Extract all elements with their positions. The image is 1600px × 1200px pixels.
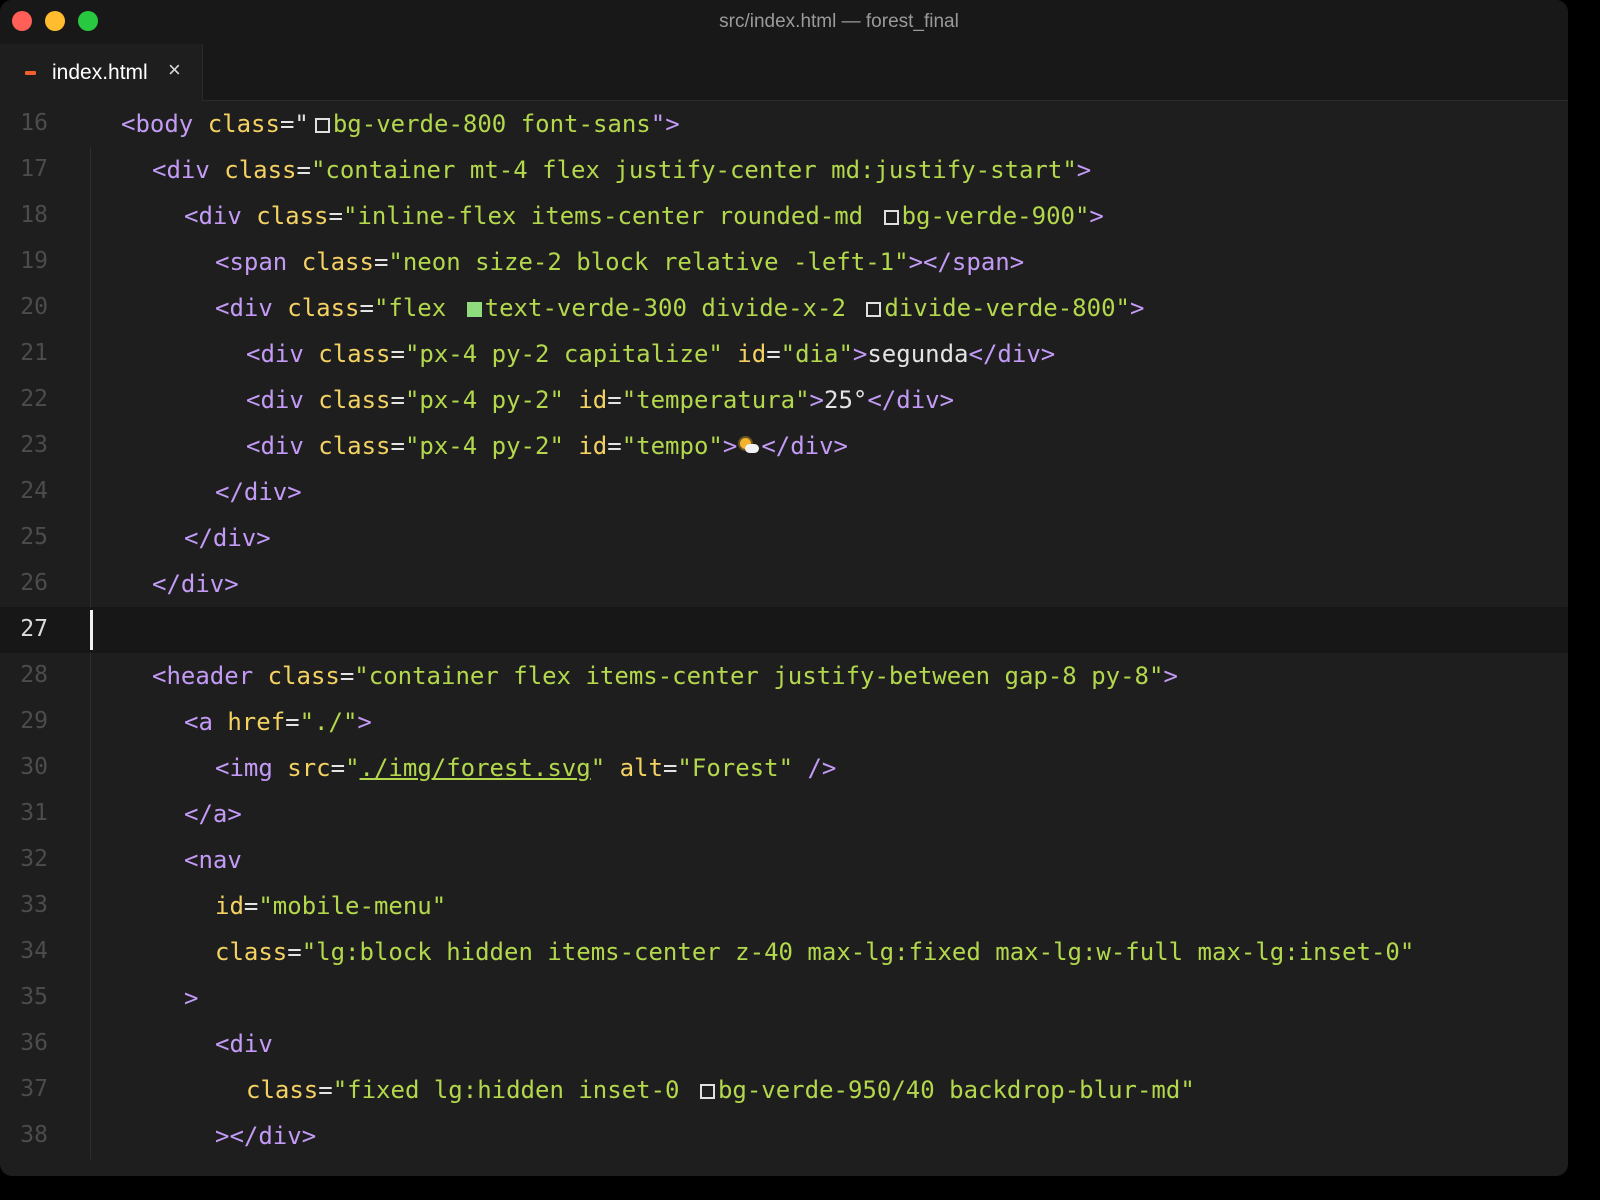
- line-number: 25: [20, 524, 48, 550]
- tab-index-html[interactable]: index.html ×: [0, 44, 203, 101]
- current-line[interactable]: 27: [0, 607, 1568, 653]
- code-text: </div>: [152, 570, 239, 598]
- title-bar: src/index.html — forest_final: [0, 0, 1568, 45]
- color-swatch: [866, 302, 882, 317]
- line-number: 21: [20, 340, 48, 366]
- code-text: <nav: [184, 846, 242, 874]
- code-text: <img src="./img/forest.svg" alt="Forest"…: [215, 754, 837, 782]
- code-line: 36 <div: [0, 1021, 1568, 1067]
- line-number: 34: [20, 938, 48, 964]
- code-line: 31 </a>: [0, 791, 1568, 837]
- code-line: 18 <div class="inline-flex items-center …: [0, 193, 1568, 239]
- code-line: 17 <div class="container mt-4 flex justi…: [0, 147, 1568, 193]
- code-line: 34 class="lg:block hidden items-center z…: [0, 929, 1568, 975]
- line-number: 33: [20, 892, 48, 918]
- line-number: 29: [20, 708, 48, 734]
- tab-close-icon[interactable]: ×: [168, 59, 181, 81]
- code-line: 19 <span class="neon size-2 block relati…: [0, 239, 1568, 285]
- line-number: 28: [20, 662, 48, 688]
- code-text: </a>: [184, 800, 242, 828]
- line-number: 17: [20, 156, 48, 182]
- code-line: 20 <div class="flex text-verde-300 divid…: [0, 285, 1568, 331]
- line-number: 31: [20, 800, 48, 826]
- line-number: 18: [20, 202, 48, 228]
- code-text: class="fixed lg:hidden inset-0 bg-verde-…: [246, 1076, 1195, 1104]
- line-number: 22: [20, 386, 48, 412]
- code-text: <div class="px-4 py-2" id="tempo"> </div>: [246, 432, 849, 460]
- code-text: <body class=" bg-verde-800 font-sans">: [121, 110, 680, 138]
- line-number: 36: [20, 1030, 48, 1056]
- line-number: 19: [20, 248, 48, 274]
- code-text: id="mobile-menu": [215, 892, 447, 920]
- code-line: 22 <div class="px-4 py-2" id="temperatur…: [0, 377, 1568, 423]
- code-line: 33 id="mobile-menu": [0, 883, 1568, 929]
- code-text: >: [184, 984, 199, 1012]
- code-text: <div class="flex text-verde-300 divide-x…: [215, 294, 1145, 322]
- code-line: 37 class="fixed lg:hidden inset-0 bg-ver…: [0, 1067, 1568, 1113]
- color-swatch: [699, 1084, 715, 1099]
- code-text: </div>: [184, 524, 271, 552]
- code-line: 29 <a href="./">: [0, 699, 1568, 745]
- line-number: 23: [20, 432, 48, 458]
- code-text: <div: [215, 1030, 273, 1058]
- code-text: class="lg:block hidden items-center z-40…: [215, 938, 1415, 966]
- code-line: 21 <div class="px-4 py-2 capitalize" id=…: [0, 331, 1568, 377]
- line-number: 26: [20, 570, 48, 596]
- html-file-icon: [25, 71, 36, 75]
- line-number: 16: [20, 110, 48, 136]
- code-line: 24 </div>: [0, 469, 1568, 515]
- line-number: 38: [20, 1122, 48, 1148]
- line-number: 24: [20, 478, 48, 504]
- line-number: 27: [20, 616, 48, 642]
- line-number: 20: [20, 294, 48, 320]
- window-title: src/index.html — forest_final: [719, 11, 959, 32]
- code-line: 30 <img src="./img/forest.svg" alt="Fore…: [0, 745, 1568, 791]
- line-number: 32: [20, 846, 48, 872]
- code-text: ></div>: [215, 1122, 317, 1150]
- line-number: 30: [20, 754, 48, 780]
- code-text: <a href="./">: [184, 708, 372, 736]
- color-swatch: [466, 302, 482, 317]
- code-editor[interactable]: 16 <body class=" bg-verde-800 font-sans">…: [0, 101, 1568, 1176]
- tab-label: index.html: [52, 61, 148, 84]
- code-text: <div class="container mt-4 flex justify-…: [152, 156, 1092, 184]
- code-text: <span class="neon size-2 block relative …: [215, 248, 1025, 276]
- sun-cloud-icon: [737, 435, 761, 457]
- code-text: </div>: [215, 478, 302, 506]
- line-number: 35: [20, 984, 48, 1010]
- code-line: 26 </div>: [0, 561, 1568, 607]
- editor-window: src/index.html — forest_final index.html…: [0, 0, 1568, 1176]
- code-text: <div class="px-4 py-2" id="temperatura">…: [246, 386, 955, 414]
- line-number: 37: [20, 1076, 48, 1102]
- code-line: 32 <nav: [0, 837, 1568, 883]
- code-line: 23 <div class="px-4 py-2" id="tempo"> </d…: [0, 423, 1568, 469]
- code-text: <div class="px-4 py-2 capitalize" id="di…: [246, 340, 1056, 368]
- color-swatch: [314, 118, 330, 133]
- code-text: <header class="container flex items-cent…: [152, 662, 1178, 690]
- text-cursor: [90, 610, 93, 650]
- color-swatch: [883, 210, 899, 225]
- file-path-link[interactable]: ./img/forest.svg: [360, 754, 591, 782]
- code-line: 38 ></div>: [0, 1113, 1568, 1159]
- code-line: 25 </div>: [0, 515, 1568, 561]
- code-line: 16 <body class=" bg-verde-800 font-sans">: [0, 101, 1568, 147]
- tab-bar: index.html ×: [0, 44, 1568, 101]
- code-line: 28 <header class="container flex items-c…: [0, 653, 1568, 699]
- code-text: <div class="inline-flex items-center rou…: [184, 202, 1104, 230]
- code-line: 35 >: [0, 975, 1568, 1021]
